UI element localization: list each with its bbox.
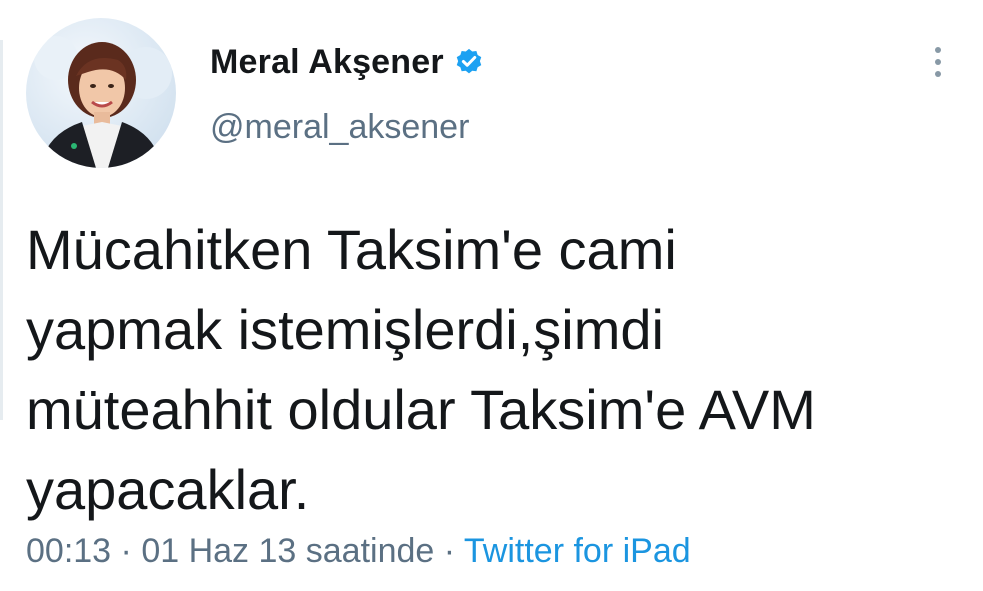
avatar-image <box>34 36 172 168</box>
user-handle[interactable]: @meral_aksener <box>210 108 469 147</box>
tweet-time[interactable]: 00:13 <box>26 532 111 570</box>
more-options-button[interactable] <box>924 40 952 84</box>
tweet-meta: 00:13 · 01 Haz 13 saatinde · Twitter for… <box>26 532 691 571</box>
meta-separator: · <box>434 532 464 570</box>
more-vertical-icon <box>935 47 941 53</box>
display-name-row[interactable]: Meral Akşener <box>210 40 484 84</box>
meta-separator: · <box>111 532 142 570</box>
more-vertical-icon-dot <box>935 71 941 77</box>
display-name[interactable]: Meral Akşener <box>210 43 444 82</box>
tweet-text: Mücahitken Taksim'e cami yapmak istemişl… <box>26 218 816 521</box>
more-vertical-icon-dot <box>935 59 941 65</box>
verified-badge-icon <box>454 47 484 77</box>
tweet-date[interactable]: 01 Haz 13 saatinde <box>141 532 434 570</box>
tweet-source-link[interactable]: Twitter for iPad <box>464 532 691 570</box>
left-border <box>0 40 3 420</box>
avatar[interactable] <box>26 18 176 168</box>
